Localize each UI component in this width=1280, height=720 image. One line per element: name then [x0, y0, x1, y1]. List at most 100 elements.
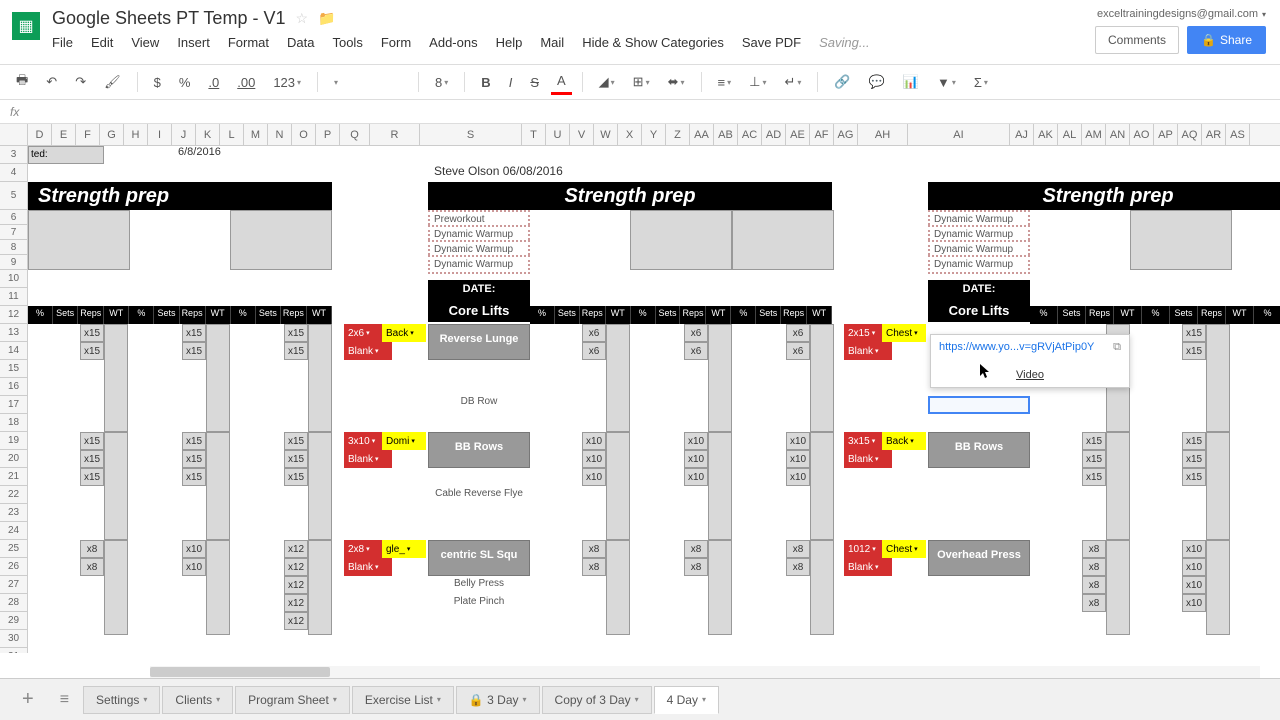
doc-title[interactable]: Google Sheets PT Temp - V1	[52, 8, 285, 29]
cell-reps[interactable]: x10	[786, 468, 810, 486]
cell-reps[interactable]: x12	[284, 558, 308, 576]
cell-reps[interactable]: x8	[582, 540, 606, 558]
tag-sets[interactable]: 1012	[844, 540, 882, 558]
col-AN[interactable]: AN	[1106, 124, 1130, 145]
horizontal-scrollbar[interactable]	[150, 666, 1260, 678]
cell-reps[interactable]: x10	[182, 540, 206, 558]
cell-reps[interactable]: x12	[284, 576, 308, 594]
col-U[interactable]: U	[546, 124, 570, 145]
row-9[interactable]: 9	[0, 255, 28, 270]
cell-reps[interactable]: x12	[284, 612, 308, 630]
tag-cat[interactable]: Back	[382, 324, 426, 342]
col-AB[interactable]: AB	[714, 124, 738, 145]
tag-sets[interactable]: 2x15	[844, 324, 882, 342]
tag-blank[interactable]: Blank	[844, 342, 892, 360]
row-19[interactable]: 19	[0, 432, 28, 450]
cell-reps[interactable]: x10	[786, 450, 810, 468]
col-AR[interactable]: AR	[1202, 124, 1226, 145]
row-13[interactable]: 13	[0, 324, 28, 342]
italic-button[interactable]: I	[503, 71, 519, 94]
selected-cell[interactable]	[928, 396, 1030, 414]
row-11[interactable]: 11	[0, 288, 28, 306]
tab-clients[interactable]: Clients	[162, 686, 233, 714]
row-18[interactable]: 18	[0, 414, 28, 432]
col-AE[interactable]: AE	[786, 124, 810, 145]
cell-reps[interactable]: x15	[1182, 324, 1206, 342]
tab-3day[interactable]: 🔒 3 Day	[456, 686, 540, 714]
tag-blank[interactable]: Blank	[344, 558, 392, 576]
cell-reps[interactable]: x10	[684, 432, 708, 450]
cell-reps[interactable]: x15	[284, 342, 308, 360]
functions-icon[interactable]: Σ	[968, 71, 994, 94]
tag-cat[interactable]: Back	[882, 432, 926, 450]
cell-reps[interactable]: x10	[1182, 594, 1206, 612]
col-AS[interactable]: AS	[1226, 124, 1250, 145]
col-X[interactable]: X	[618, 124, 642, 145]
cell-reps[interactable]: x15	[1182, 342, 1206, 360]
cell-reps[interactable]: x8	[80, 558, 104, 576]
tab-settings[interactable]: Settings	[83, 686, 160, 714]
cell-reps[interactable]: x15	[80, 450, 104, 468]
col-G[interactable]: G	[100, 124, 124, 145]
cell-reps[interactable]: x8	[786, 558, 810, 576]
row-25[interactable]: 25	[0, 540, 28, 558]
number-format[interactable]: 123	[267, 71, 307, 94]
tag-sets[interactable]: 3x10	[344, 432, 382, 450]
row-27[interactable]: 27	[0, 576, 28, 594]
cell-reps[interactable]: x15	[80, 432, 104, 450]
col-S[interactable]: S	[420, 124, 522, 145]
cell-reps[interactable]: x8	[684, 558, 708, 576]
folder-icon[interactable]: 📁	[318, 10, 335, 27]
col-AA[interactable]: AA	[690, 124, 714, 145]
cell-reps[interactable]: x10	[684, 450, 708, 468]
formula-bar[interactable]: fx	[0, 100, 1280, 124]
cell-reps[interactable]: x15	[284, 450, 308, 468]
col-AO[interactable]: AO	[1130, 124, 1154, 145]
cell-reps[interactable]: x15	[284, 468, 308, 486]
tag-blank[interactable]: Blank	[344, 342, 392, 360]
cell-reps[interactable]: x15	[1082, 450, 1106, 468]
exercise-box[interactable]: BB Rows	[928, 432, 1030, 468]
col-AP[interactable]: AP	[1154, 124, 1178, 145]
col-Y[interactable]: Y	[642, 124, 666, 145]
link-icon[interactable]: 🔗	[828, 70, 856, 94]
cell-reps[interactable]: x15	[182, 432, 206, 450]
cell-reps[interactable]: x10	[582, 468, 606, 486]
comment-icon[interactable]: 💬	[863, 70, 891, 94]
link-popup[interactable]: https://www.yo...v=gRVjAtPip0Y ⧉ Video	[930, 334, 1130, 388]
col-T[interactable]: T	[522, 124, 546, 145]
menu-format[interactable]: Format	[228, 35, 269, 50]
col-F[interactable]: F	[76, 124, 100, 145]
cell-reps[interactable]: x15	[182, 468, 206, 486]
user-email[interactable]: exceltrainingdesigns@gmail.com▾	[1097, 8, 1266, 20]
spreadsheet-grid[interactable]: D E F G H I J K L M N O P Q R S T U V W …	[0, 124, 1280, 653]
print-icon[interactable]: 🖶	[10, 67, 34, 97]
row-8[interactable]: 8	[0, 240, 28, 255]
cell-reps[interactable]: x15	[1082, 468, 1106, 486]
font-size[interactable]: 8	[429, 71, 454, 94]
percent-button[interactable]: %	[173, 71, 197, 94]
col-AF[interactable]: AF	[810, 124, 834, 145]
cell-reps[interactable]: x8	[786, 540, 810, 558]
cell-reps[interactable]: x10	[1182, 540, 1206, 558]
tab-exercise-list[interactable]: Exercise List	[352, 686, 454, 714]
row-10[interactable]: 10	[0, 270, 28, 288]
cell-reps[interactable]: x15	[284, 324, 308, 342]
tag-cat[interactable]: gle_	[382, 540, 426, 558]
tag-blank[interactable]: Blank	[344, 450, 392, 468]
tag-cat[interactable]: Chest	[882, 540, 926, 558]
halign-icon[interactable]: ≡	[712, 71, 738, 94]
row-16[interactable]: 16	[0, 378, 28, 396]
redo-icon[interactable]: ↷	[69, 70, 92, 94]
cell-reps[interactable]: x6	[684, 324, 708, 342]
menu-view[interactable]: View	[131, 35, 159, 50]
dec-decimal[interactable]: .0	[202, 71, 225, 94]
cell-reps[interactable]: x10	[1182, 558, 1206, 576]
col-AG[interactable]: AG	[834, 124, 858, 145]
cell-reps[interactable]: x6	[786, 342, 810, 360]
col-P[interactable]: P	[316, 124, 340, 145]
cell-reps[interactable]: x10	[582, 432, 606, 450]
row-31[interactable]: 31	[0, 648, 28, 653]
col-H[interactable]: H	[124, 124, 148, 145]
cell-reps[interactable]: x10	[582, 450, 606, 468]
